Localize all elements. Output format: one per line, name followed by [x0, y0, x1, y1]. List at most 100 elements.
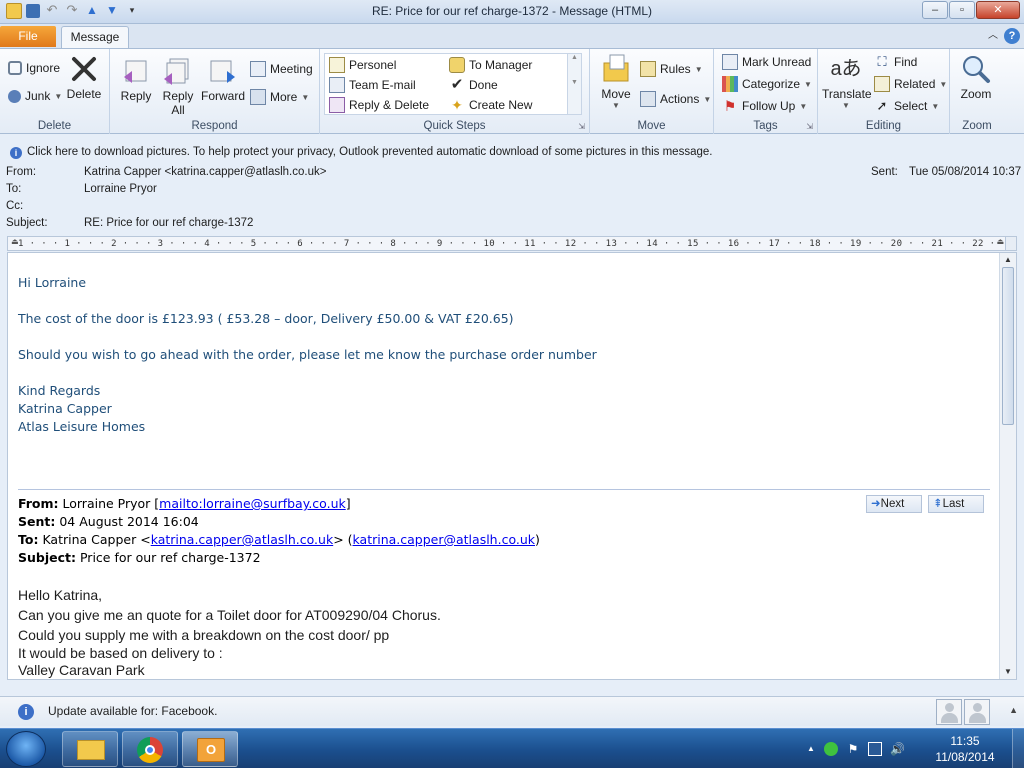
quick-step-personel[interactable]: Personel [329, 57, 396, 73]
quoted-line: Hello Katrina, [18, 587, 103, 603]
infobar-text[interactable]: Click here to download pictures. To help… [27, 146, 712, 158]
meeting-button[interactable]: Meeting [250, 61, 313, 77]
reply-button[interactable]: Reply [116, 55, 156, 103]
update-available-text[interactable]: Update available for: Facebook. [48, 704, 217, 718]
actions-dropdown-icon: ▼ [703, 94, 712, 104]
tab-message[interactable]: Message [61, 26, 129, 49]
scroll-down-arrow-icon[interactable]: ▼ [1002, 666, 1014, 678]
scroll-up-arrow-icon[interactable]: ▲ [1002, 254, 1014, 266]
tags-launcher-icon[interactable]: ⇲ [806, 122, 813, 131]
translate-icon: aあ [830, 58, 862, 80]
to-label: To: [6, 183, 22, 195]
original-from-link[interactable]: mailto:lorraine@surfbay.co.uk [159, 496, 346, 511]
move-dropdown-icon: ▼ [612, 101, 620, 110]
quick-step-label: Create New [469, 98, 533, 112]
zoom-button[interactable]: Zoom [954, 53, 998, 101]
delete-button[interactable]: Delete [64, 53, 104, 101]
scroll-down-icon[interactable]: ▼ [568, 79, 581, 86]
windows-start-icon[interactable] [6, 731, 46, 767]
network-icon[interactable] [868, 742, 882, 756]
junk-dropdown-icon: ▼ [54, 91, 63, 101]
subject-value: RE: Price for our ref charge-1372 [84, 217, 254, 229]
find-button[interactable]: ⛶ Find [874, 54, 917, 70]
original-sent-value: 04 August 2014 16:04 [59, 514, 199, 529]
select-dropdown-icon: ▼ [931, 101, 940, 111]
last-message-button[interactable]: ⇞Last [928, 495, 984, 513]
quick-step-label: Done [469, 78, 498, 92]
actions-button[interactable]: Actions ▼ [640, 91, 711, 107]
group-label-respond: Respond [191, 120, 238, 132]
to-value[interactable]: Lorraine Pryor [84, 183, 157, 195]
mark-unread-button[interactable]: Mark Unread [722, 54, 811, 70]
forward-button[interactable]: Forward [200, 55, 246, 103]
ruler-right-marker-icon[interactable]: ⏏ [996, 237, 1004, 246]
quick-step-team-email[interactable]: Team E-mail [329, 77, 416, 93]
original-from-name: Lorraine Pryor [ [62, 496, 160, 511]
translate-button[interactable]: aあ Translate ▼ [822, 53, 872, 110]
expand-people-pane-icon[interactable]: ▲ [1009, 705, 1018, 715]
view-ruler-toggle-icon[interactable] [1005, 237, 1016, 250]
rules-button[interactable]: Rules ▼ [640, 61, 703, 77]
categorize-button[interactable]: Categorize ▼ [722, 76, 812, 92]
group-label-tags: Tags [753, 120, 778, 132]
original-to-label: To: [18, 532, 39, 547]
help-icon[interactable]: ? [1004, 28, 1020, 44]
junk-button[interactable]: Junk ▼ [8, 89, 62, 103]
categorize-dropdown-icon: ▼ [804, 79, 812, 89]
quick-steps-scrollbar[interactable]: ▲ ▼ [567, 54, 581, 114]
action-center-flag-icon[interactable]: ⚑ [846, 742, 860, 756]
original-to-link-1[interactable]: katrina.capper@atlaslh.co.uk [151, 532, 334, 547]
vertical-scrollbar[interactable]: ▲ ▼ [999, 253, 1016, 679]
rules-icon [640, 61, 656, 77]
minimize-button[interactable]: – [922, 1, 948, 19]
taskbar-explorer-icon[interactable] [62, 731, 118, 767]
taskbar-outlook-icon[interactable]: O [182, 731, 238, 767]
maximize-button[interactable]: ▫ [949, 1, 975, 19]
group-label-editing: Editing [865, 120, 902, 132]
people-picture-icon[interactable] [964, 699, 990, 725]
message-body[interactable]: Hi Lorraine The cost of the door is £123… [7, 252, 1017, 680]
original-to-link-2[interactable]: katrina.capper@atlaslh.co.uk [353, 532, 536, 547]
next-arrow-icon: ➜ [871, 498, 881, 510]
follow-up-dropdown-icon: ▼ [799, 101, 808, 111]
scroll-up-icon[interactable]: ▲ [568, 54, 581, 61]
reply-greeting: Hi Lorraine [18, 275, 87, 290]
green-status-icon[interactable] [824, 742, 838, 756]
ruler[interactable]: ⏏ 1 · · · 1 · · · 2 · · · 3 · · · 4 · · … [7, 236, 1017, 251]
close-button[interactable]: ✕ [976, 1, 1020, 19]
actions-label: Actions [660, 92, 700, 106]
people-picture-icon[interactable] [936, 699, 962, 725]
quick-step-done[interactable]: ✔ Done [449, 77, 498, 93]
minimize-ribbon-icon[interactable]: ︿ [988, 28, 998, 44]
show-desktop-button[interactable] [1012, 729, 1024, 768]
tab-file[interactable]: File [0, 26, 56, 47]
quick-step-create-new[interactable]: ✦ Create New [449, 97, 532, 113]
volume-icon[interactable]: 🔊 [890, 742, 905, 756]
taskbar-chrome-icon[interactable] [122, 731, 178, 767]
quoted-line: Could you supply me with a breakdown on … [18, 627, 390, 643]
junk-icon [8, 89, 21, 103]
select-button[interactable]: ➚ Select ▼ [874, 98, 940, 114]
reply-all-icon [162, 55, 194, 87]
follow-up-button[interactable]: ⚑ Follow Up ▼ [722, 98, 808, 114]
next-message-button[interactable]: ➜Next [866, 495, 922, 513]
move-button[interactable]: Move ▼ [596, 53, 636, 110]
scrollbar-thumb[interactable] [1002, 267, 1014, 425]
quick-step-to-manager[interactable]: To Manager [449, 57, 532, 73]
quick-step-reply-delete[interactable]: Reply & Delete [329, 97, 429, 113]
quick-steps-launcher-icon[interactable]: ⇲ [578, 122, 585, 131]
follow-up-label: Follow Up [742, 99, 796, 113]
quick-step-label: Team E-mail [349, 78, 416, 92]
clock-date[interactable]: 11/08/2014 [930, 750, 1000, 764]
more-respond-button[interactable]: More ▼ [250, 89, 309, 105]
reply-all-button[interactable]: Reply All [158, 55, 198, 117]
ignore-button[interactable]: Ignore [8, 61, 60, 75]
reply-label: Reply [120, 89, 152, 103]
related-button[interactable]: Related ▼ [874, 76, 947, 92]
zoom-label: Zoom [960, 87, 992, 101]
from-value[interactable]: Katrina Capper <katrina.capper@atlaslh.c… [84, 166, 326, 178]
show-hidden-icons-icon[interactable]: ▲ [804, 742, 818, 756]
download-pictures-infobar[interactable]: i Click here to download pictures. To he… [0, 144, 1024, 162]
clock-time[interactable]: 11:35 [930, 734, 1000, 748]
find-label: Find [894, 55, 918, 69]
